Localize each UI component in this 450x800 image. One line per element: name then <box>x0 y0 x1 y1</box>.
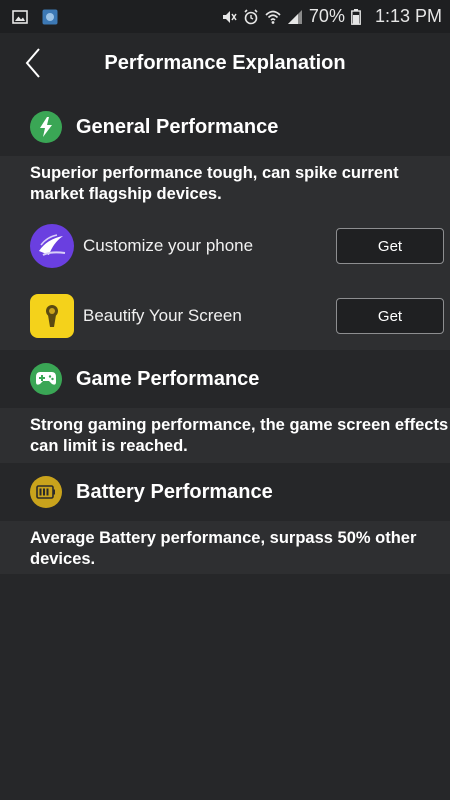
status-bar: 70% 1:13 PM <box>0 0 450 33</box>
app-row-beautify[interactable]: Beautify Your Screen Get <box>30 291 444 341</box>
section-title: Game Performance <box>76 367 260 390</box>
app-name: Beautify Your Screen <box>83 306 242 325</box>
battery-icon <box>30 476 62 508</box>
section-game-body: Strong gaming performance, the game scre… <box>0 408 450 463</box>
battery-percent: 70% <box>308 6 345 26</box>
gamepad-icon <box>30 363 62 395</box>
app-header: Performance Explanation <box>0 33 450 93</box>
back-button[interactable] <box>18 45 48 81</box>
section-description-line1: Superior performance tough, can spike cu… <box>30 164 399 182</box>
section-description-line1: Average Battery performance, surpass 50%… <box>30 529 417 547</box>
keyhole-lock-icon <box>30 294 74 338</box>
clock: 1:13 PM <box>374 6 442 26</box>
app-notification-icon <box>42 9 58 24</box>
app-row-customize[interactable]: Customize your phone Get <box>30 221 444 271</box>
section-description-line2: can limit is reached. <box>30 437 188 455</box>
apus-launcher-icon <box>30 224 74 268</box>
wifi-icon <box>265 10 281 24</box>
section-battery-body: Average Battery performance, surpass 50%… <box>0 521 450 574</box>
section-battery-header: Battery Performance <box>0 463 450 521</box>
section-title: General Performance <box>76 115 279 138</box>
get-button[interactable]: Get <box>336 228 444 264</box>
section-game-header: Game Performance <box>0 350 450 408</box>
lightning-icon <box>30 111 62 143</box>
section-title: Battery Performance <box>76 480 273 503</box>
page-title: Performance Explanation <box>104 51 346 74</box>
app-name: Customize your phone <box>83 236 254 255</box>
back-arrow-icon <box>25 48 40 78</box>
section-general-header: General Performance <box>0 98 450 156</box>
alarm-icon <box>244 8 258 24</box>
section-description-line1: Strong gaming performance, the game scre… <box>30 416 449 434</box>
mute-icon <box>222 10 237 23</box>
get-button[interactable]: Get <box>336 298 444 334</box>
section-description-line2: devices. <box>30 550 96 568</box>
section-description-line2: market flagship devices. <box>30 185 222 203</box>
gallery-notification-icon <box>12 9 28 24</box>
battery-status-icon <box>351 8 361 25</box>
signal-icon <box>287 9 302 24</box>
